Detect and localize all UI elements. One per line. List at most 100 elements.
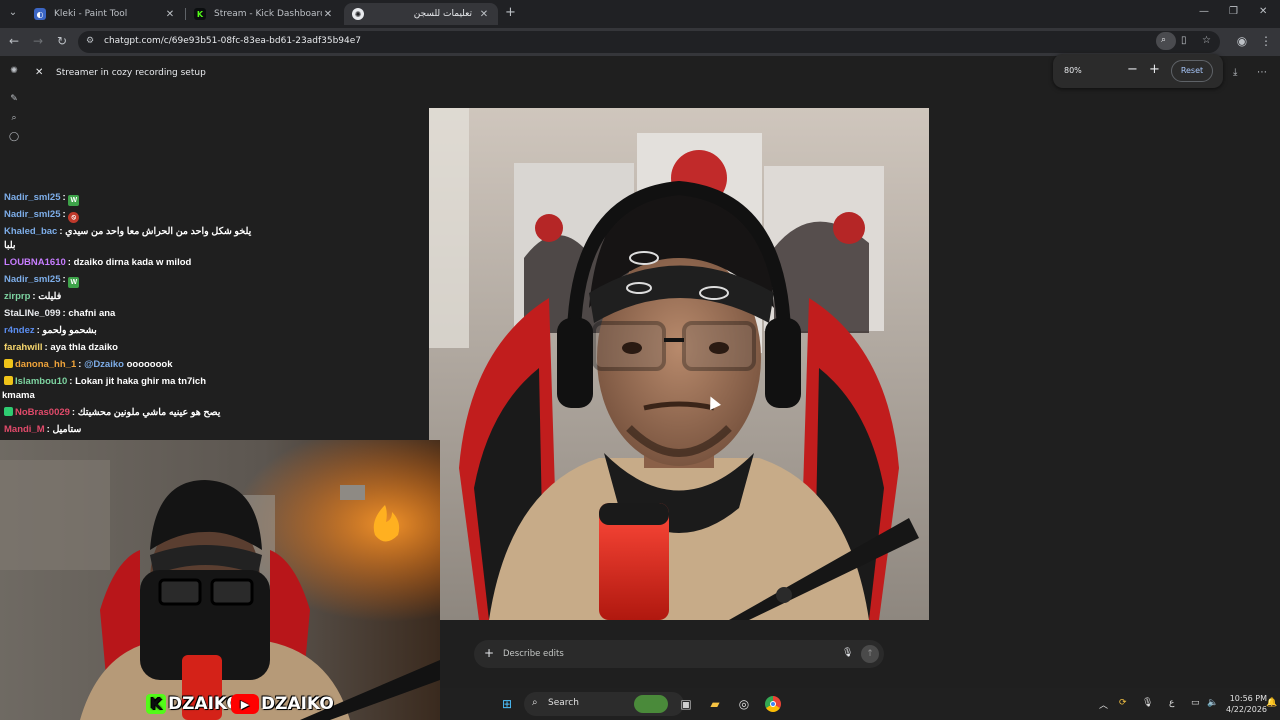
- chat-text: فليلت: [38, 291, 62, 302]
- send-button[interactable]: ↑: [861, 645, 879, 663]
- chat-text: dzaiko dirna kada w milod: [73, 257, 192, 268]
- chrome-icon[interactable]: [765, 696, 781, 712]
- describe-edits-placeholder: Describe edits: [503, 649, 564, 659]
- chat-message: LOUBNA1610: dzaiko dirna kada w milod: [4, 257, 192, 268]
- chat-username: StaLINe_099: [4, 308, 61, 319]
- zoom-level: 80%: [1064, 66, 1082, 75]
- task-view-icon[interactable]: ▣: [678, 696, 694, 712]
- tab-title: تعليمات للسجن: [413, 9, 472, 19]
- chat-text: ستاميل: [52, 424, 82, 435]
- chat-message: Khaled_bac: يلخو شكل واحد من الحراش معا …: [4, 226, 252, 237]
- chat-username: Islambou10: [15, 376, 68, 387]
- reload-icon[interactable]: ↻: [54, 34, 70, 48]
- close-tab-icon[interactable]: ✕: [478, 9, 490, 20]
- chat-text: Lokan jit haka ghir ma tn7ich: [75, 376, 207, 387]
- chatgpt-favicon-icon: ✺: [352, 8, 364, 20]
- notification-icon[interactable]: 🔔: [1266, 698, 1277, 708]
- generated-image[interactable]: [429, 108, 929, 620]
- volume-icon[interactable]: 🔈: [1207, 698, 1218, 708]
- microphone-icon[interactable]: 🎙: [842, 648, 853, 658]
- chat-message: Nadir_sml25: W: [4, 274, 80, 288]
- chat-message-continuation: بلبا: [4, 240, 16, 251]
- youtube-brand: ▶ DZAIKO: [231, 692, 334, 716]
- chat-message: farahwill: aya thla dzaiko: [4, 342, 118, 353]
- zoom-in-button[interactable]: +: [1149, 62, 1160, 77]
- chat-text: kmama: [2, 390, 35, 401]
- file-explorer-icon[interactable]: ▰: [707, 696, 723, 712]
- kick-logo-icon: K: [146, 694, 166, 714]
- chat-username: LOUBNA1610: [4, 257, 66, 268]
- chat-username: farahwill: [4, 342, 43, 353]
- taskbar-clock[interactable]: 10:56 PM 4/22/2026: [1226, 693, 1267, 715]
- maximize-icon[interactable]: ❐: [1229, 6, 1238, 17]
- emote-icon: ⦸: [68, 212, 80, 223]
- chat-username: Nadir_sml25: [4, 274, 61, 285]
- tab-title: Stream - Kick Dashboard: [214, 9, 322, 19]
- add-attachment-icon[interactable]: +: [484, 646, 494, 660]
- back-icon[interactable]: ←: [6, 34, 22, 48]
- windows-taskbar: ⊞ ⌕ Search ▣ ▰ ◎ ︿ ⟳ 🎙 ع ▭ 🔈 10:56 PM 4/…: [440, 688, 1280, 720]
- zoom-icon: ⌕: [1161, 35, 1167, 45]
- close-window-icon[interactable]: ✕: [1259, 6, 1267, 17]
- describe-edits-input[interactable]: + Describe edits 🎙 ↑: [474, 640, 884, 668]
- kleki-favicon-icon: ◐: [34, 8, 46, 20]
- tray-expand-icon[interactable]: ︿: [1099, 698, 1108, 711]
- chat-message-continuation: kmama: [2, 390, 35, 401]
- zoom-out-button[interactable]: −: [1127, 62, 1138, 77]
- youtube-channel-name: DZAIKO: [261, 694, 334, 714]
- app-icon[interactable]: ◎: [736, 696, 752, 712]
- chat-text: يلخو شكل واحد من الحراش معا واحد من سيدي: [65, 226, 252, 237]
- windows-start-icon[interactable]: ⊞: [499, 696, 515, 712]
- tab-chatgpt[interactable]: ✺ تعليمات للسجن ✕: [344, 3, 498, 25]
- chat-text: يصح هو عينيه ماشي ملونين محشيتك: [77, 407, 221, 418]
- chat-message: r4ndez: بشحمو ولحمو: [4, 325, 97, 336]
- close-tab-icon[interactable]: ✕: [164, 9, 176, 20]
- chat-message: NoBras0029: يصح هو عينيه ماشي ملونين محش…: [4, 407, 220, 418]
- close-tab-icon[interactable]: ✕: [322, 9, 334, 20]
- subscriber-badge-icon: [4, 376, 13, 385]
- mic-tray-icon[interactable]: 🎙: [1142, 698, 1153, 708]
- zoom-popup: 80% − + Reset: [1053, 54, 1223, 88]
- close-icon[interactable]: ✕: [35, 67, 43, 78]
- zoom-reset-button[interactable]: Reset: [1171, 60, 1213, 82]
- address-bar[interactable]: ⚙ chatgpt.com/c/69e93b51-08fc-83ea-bd61-…: [78, 31, 1220, 53]
- kick-channel-name: DZAIKO: [168, 694, 241, 714]
- more-options-icon[interactable]: ⋯: [1257, 67, 1267, 78]
- browser-toolbar: ← → ↻ ⚙ chatgpt.com/c/69e93b51-08fc-83ea…: [0, 28, 1280, 56]
- taskbar-search[interactable]: ⌕ Search: [524, 692, 684, 716]
- zoom-indicator[interactable]: ⌕: [1156, 32, 1176, 50]
- clock-date: 4/22/2026: [1226, 705, 1268, 714]
- network-icon[interactable]: ▭: [1191, 698, 1200, 708]
- sync-icon[interactable]: ⟳: [1119, 698, 1127, 708]
- chat-username: zirprp: [4, 291, 31, 302]
- chatgpt-logo-icon[interactable]: ✺: [8, 66, 20, 76]
- page-icon[interactable]: ▯: [1181, 35, 1187, 46]
- tab-search-icon[interactable]: ⌄: [4, 4, 22, 22]
- tab-kleki[interactable]: ◐ Kleki - Paint Tool ✕: [26, 3, 184, 25]
- minimize-icon[interactable]: —: [1199, 6, 1209, 17]
- forward-icon[interactable]: →: [30, 34, 46, 48]
- chat-text: بلبا: [4, 240, 16, 251]
- chat-username: NoBras0029: [15, 407, 70, 418]
- chat-username: danona_hh_1: [15, 359, 77, 370]
- chat-message: Nadir_sml25: W: [4, 192, 80, 206]
- chat-message: StaLINe_099: chafni ana: [4, 308, 116, 319]
- kick-brand: K DZAIKO: [146, 692, 241, 716]
- tab-kick-dashboard[interactable]: K Stream - Kick Dashboard ✕: [186, 3, 342, 25]
- chat-message: danona_hh_1: @Dzaiko oooooook: [4, 359, 173, 370]
- download-icon[interactable]: ⤓: [1233, 67, 1237, 78]
- badge-icon: [4, 407, 13, 416]
- kick-favicon-icon: K: [194, 8, 206, 20]
- bookmark-star-icon[interactable]: ☆: [1202, 35, 1211, 46]
- new-chat-icon[interactable]: ✎: [8, 94, 20, 104]
- search-icon[interactable]: ⌕: [8, 113, 20, 123]
- menu-icon[interactable]: ⋮: [1258, 34, 1274, 48]
- site-info-icon[interactable]: ⚙: [86, 36, 94, 46]
- profile-icon[interactable]: ◉: [1234, 34, 1250, 48]
- chat-bubble-icon[interactable]: ◯: [8, 132, 20, 142]
- language-indicator[interactable]: ع: [1169, 698, 1174, 708]
- url-text[interactable]: chatgpt.com/c/69e93b51-08fc-83ea-bd61-23…: [104, 36, 361, 46]
- search-highlight-icon: [634, 695, 668, 713]
- chat-message: Nadir_sml25: ⦸: [4, 209, 80, 223]
- new-tab-button[interactable]: +: [505, 5, 516, 20]
